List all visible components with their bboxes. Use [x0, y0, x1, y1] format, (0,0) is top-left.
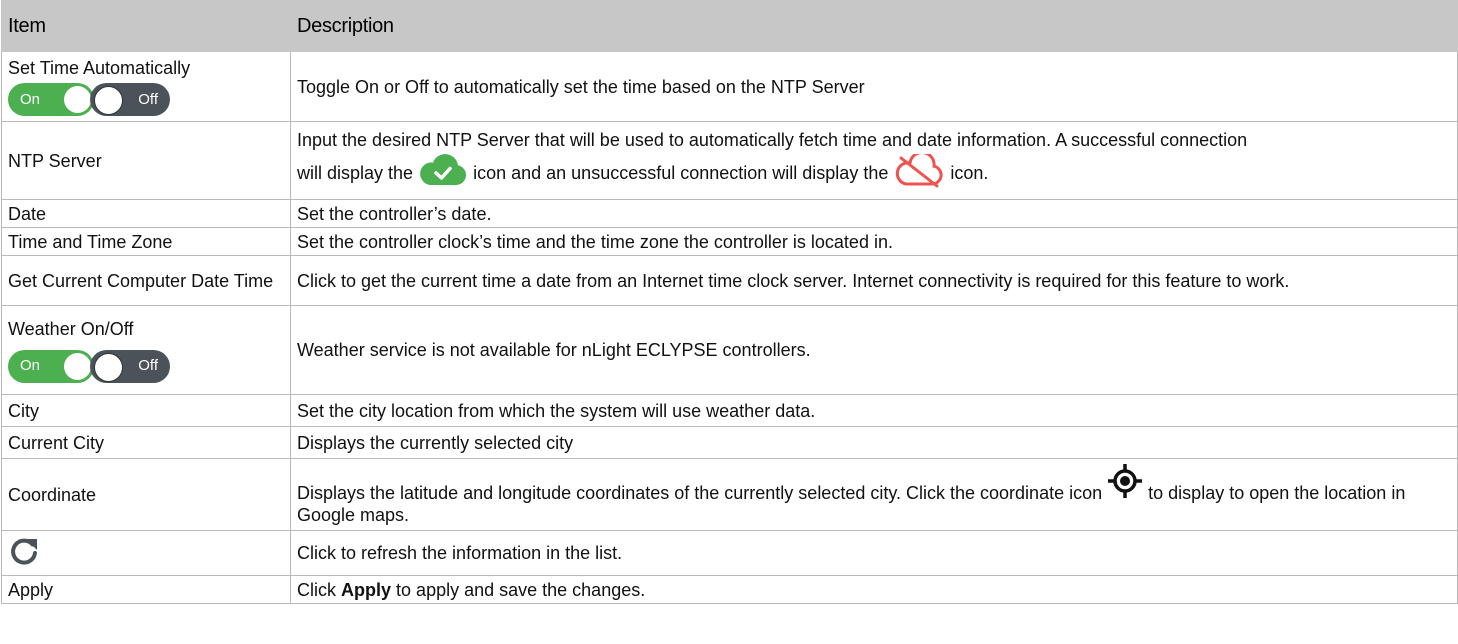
item-label: Set Time Automatically	[8, 58, 191, 78]
item-cell: Time and Time Zone	[1, 227, 291, 256]
toggle-knob	[94, 86, 123, 115]
description-cell: Click to get the current time a date fro…	[290, 255, 1458, 306]
item-label: Weather On/Off	[8, 318, 134, 339]
apply-keyword: Apply	[341, 579, 392, 600]
toggle-on-label: On	[20, 90, 41, 108]
weather-toggle: On Off	[8, 349, 284, 383]
cloud-check-icon	[418, 153, 468, 194]
toggle-off-label: Off	[138, 90, 158, 108]
table-row: Date Set the controller’s date.	[1, 199, 1458, 228]
description-cell: Displays the currently selected city	[290, 426, 1458, 459]
item-cell: Get Current Computer Date Time	[1, 255, 291, 306]
item-cell	[1, 530, 291, 576]
toggle-on-label: On	[20, 357, 41, 374]
description-cell: Set the controller’s date.	[290, 199, 1458, 228]
table-row: NTP Server Input the desired NTP Server …	[1, 121, 1458, 200]
toggle-on-button[interactable]: On	[8, 349, 94, 383]
description-cell: Set the controller clock’s time and the …	[290, 227, 1458, 256]
table-row: Coordinate Displays the latitude and lon…	[1, 458, 1458, 531]
description-cell: Weather service is not available for nLi…	[290, 305, 1458, 395]
description-cell: Displays the latitude and longitude coor…	[290, 458, 1458, 531]
table-row: Get Current Computer Date Time Click to …	[1, 255, 1458, 306]
set-time-toggle: On Off	[8, 83, 284, 116]
item-cell: City	[1, 394, 291, 427]
target-icon	[1107, 463, 1143, 504]
table-header-row: Item Description	[1, 0, 1458, 52]
help-table-container: Item Description Set Time Automatically …	[0, 0, 1458, 604]
item-cell: Apply	[1, 575, 291, 604]
column-header-item: Item	[1, 0, 291, 52]
table-row: City Set the city location from which th…	[1, 394, 1458, 427]
description-cell: Click Apply to apply and save the change…	[290, 575, 1458, 604]
toggle-off-button[interactable]: Off	[90, 83, 170, 116]
table-row: Time and Time Zone Set the controller cl…	[1, 227, 1458, 256]
item-cell: Set Time Automatically On Off	[1, 51, 291, 122]
description-cell: Click to refresh the information in the …	[290, 530, 1458, 576]
toggle-knob	[64, 352, 91, 380]
toggle-off-button[interactable]: Off	[90, 349, 170, 383]
cloud-off-icon	[893, 150, 945, 194]
settings-description-table: Item Description Set Time Automatically …	[1, 0, 1458, 604]
item-cell: NTP Server	[1, 121, 291, 200]
table-row: Click to refresh the information in the …	[1, 530, 1458, 576]
item-cell: Current City	[1, 426, 291, 459]
toggle-on-button[interactable]: On	[8, 83, 94, 116]
refresh-icon[interactable]	[8, 535, 40, 572]
toggle-knob	[94, 352, 123, 382]
item-cell: Weather On/Off On Off	[1, 305, 291, 395]
column-header-description: Description	[290, 0, 1458, 52]
toggle-knob	[64, 86, 91, 113]
table-row: Set Time Automatically On Off Toggle On …	[1, 51, 1458, 122]
item-cell: Date	[1, 199, 291, 228]
table-row: Apply Click Apply to apply and save the …	[1, 575, 1458, 604]
toggle-off-label: Off	[138, 357, 158, 374]
description-cell: Set the city location from which the sys…	[290, 394, 1458, 427]
description-cell: Toggle On or Off to automatically set th…	[290, 51, 1458, 122]
table-row: Weather On/Off On Off Weather service is…	[1, 305, 1458, 395]
table-row: Current City Displays the currently sele…	[1, 426, 1458, 459]
item-cell: Coordinate	[1, 458, 291, 531]
description-cell: Input the desired NTP Server that will b…	[290, 121, 1458, 200]
